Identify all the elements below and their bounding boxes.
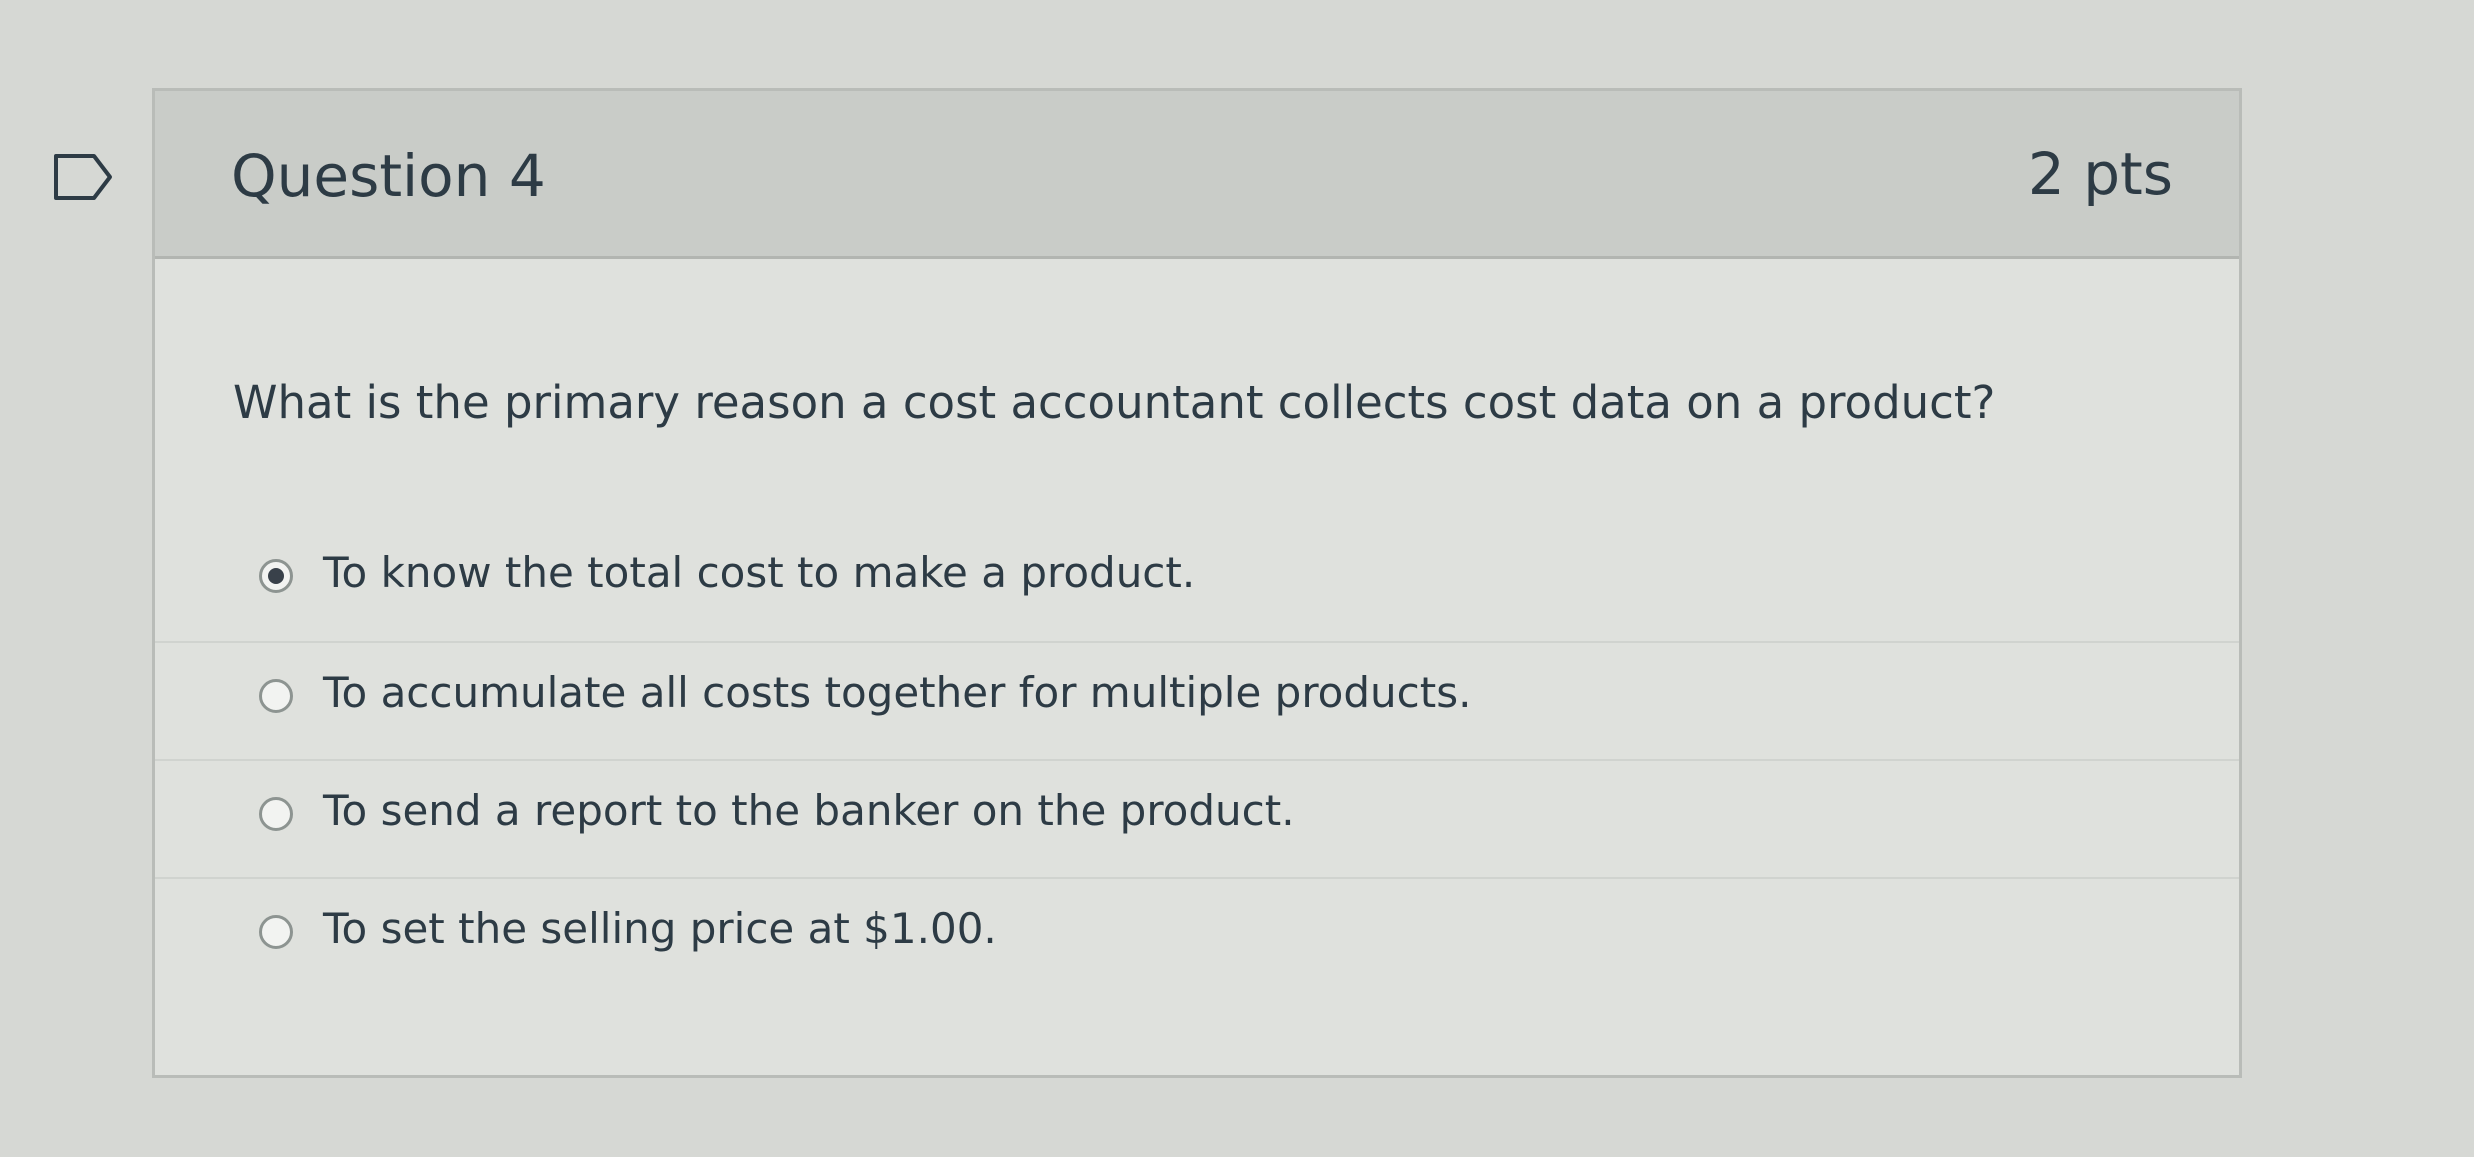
question-points: 2 pts [2027, 140, 2173, 208]
question-title: Question 4 [231, 142, 546, 210]
answer-label[interactable]: To send a report to the banker on the pr… [323, 783, 1295, 839]
answer-option[interactable]: To set the selling price at $1.00. [155, 877, 2239, 997]
radio-button[interactable] [259, 679, 293, 713]
question-text: What is the primary reason a cost accoun… [233, 376, 1996, 429]
radio-button[interactable] [259, 915, 293, 949]
flag-question-icon[interactable] [52, 152, 114, 202]
radio-button-selected[interactable] [259, 559, 293, 593]
radio-button[interactable] [259, 797, 293, 831]
answer-option[interactable]: To accumulate all costs together for mul… [155, 641, 2239, 761]
answer-label[interactable]: To set the selling price at $1.00. [323, 901, 997, 957]
answer-option[interactable]: To send a report to the banker on the pr… [155, 759, 2239, 879]
answer-label[interactable]: To accumulate all costs together for mul… [323, 665, 1471, 721]
answer-label[interactable]: To know the total cost to make a product… [323, 545, 1195, 601]
question-header: Question 4 2 pts [155, 91, 2239, 259]
answer-option[interactable]: To know the total cost to make a product… [155, 523, 2239, 641]
question-card: Question 4 2 pts What is the primary rea… [152, 88, 2242, 1078]
